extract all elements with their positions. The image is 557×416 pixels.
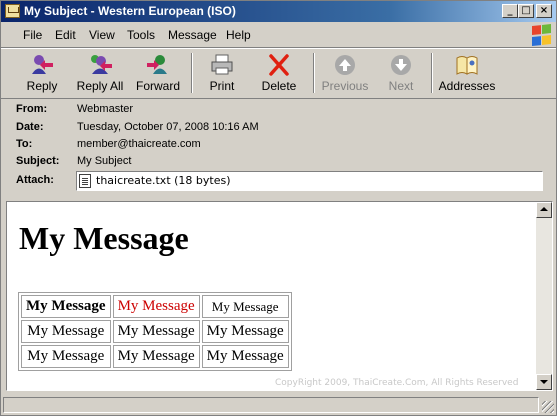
- attachment-field[interactable]: thaicreate.txt (18 bytes): [76, 171, 543, 191]
- table-cell: My Message: [21, 345, 111, 368]
- from-label: From:: [16, 103, 48, 115]
- scroll-down-button[interactable]: [536, 374, 552, 390]
- attachment-name[interactable]: thaicreate.txt (18 bytes): [96, 174, 231, 187]
- table-row: My Message My Message My Message: [21, 345, 289, 368]
- minimize-button[interactable]: _: [502, 4, 518, 18]
- mail-window: My Subject - Western European (ISO) _ □ …: [0, 0, 557, 416]
- reply-all-label: Reply All: [76, 79, 124, 93]
- menu-bar: File Edit View Tools Message Help: [1, 23, 556, 48]
- from-value: Webmaster: [77, 103, 134, 115]
- menu-edit[interactable]: Edit: [55, 28, 76, 42]
- close-button[interactable]: ×: [536, 4, 552, 18]
- window-title: My Subject - Western European (ISO): [24, 4, 236, 18]
- text-file-icon: [79, 174, 91, 188]
- delete-icon: [269, 54, 289, 76]
- addresses-button[interactable]: Addresses: [438, 51, 496, 95]
- table-cell: My Message: [201, 295, 289, 318]
- table-cell: My Message: [201, 320, 289, 343]
- message-header: From: Webmaster Date: Tuesday, October 0…: [1, 98, 556, 200]
- message-body: My Message My Message My Message My Mess…: [6, 201, 553, 391]
- menu-help[interactable]: Help: [226, 28, 251, 42]
- reply-all-icon: [91, 55, 112, 74]
- print-button[interactable]: Print: [202, 51, 242, 95]
- to-label: To:: [16, 138, 33, 150]
- status-pane: [3, 397, 539, 413]
- toolbar-separator: [191, 53, 193, 93]
- down-arrow-icon: [391, 55, 411, 75]
- next-label: Next: [388, 79, 414, 93]
- windows-logo-icon: [532, 24, 552, 46]
- reply-icon: [32, 55, 53, 74]
- addresses-label: Addresses: [438, 79, 496, 93]
- title-bar[interactable]: My Subject - Western European (ISO) _ □ …: [1, 1, 556, 22]
- reply-label: Reply: [26, 79, 58, 93]
- attach-label: Attach:: [16, 174, 54, 186]
- table-cell: My Message: [21, 320, 111, 343]
- printer-icon: [211, 54, 233, 75]
- toolbar-separator: [431, 53, 433, 93]
- menu-tools[interactable]: Tools: [127, 28, 155, 42]
- table-cell: My Message: [112, 320, 200, 343]
- subject-label: Subject:: [16, 155, 60, 167]
- to-value: member@thaicreate.com: [77, 138, 201, 150]
- menu-message[interactable]: Message: [168, 28, 217, 42]
- forward-label: Forward: [135, 79, 180, 93]
- previous-button[interactable]: Previous: [319, 51, 371, 95]
- table-cell: My Message: [112, 295, 200, 318]
- delete-label: Delete: [261, 79, 297, 93]
- menu-view[interactable]: View: [89, 28, 115, 42]
- vertical-scrollbar[interactable]: [536, 202, 552, 390]
- table-row: My Message My Message My Message: [21, 320, 289, 343]
- print-label: Print: [209, 79, 235, 93]
- address-book-icon: [456, 56, 478, 75]
- menu-file[interactable]: File: [23, 28, 42, 42]
- table-row: My Message My Message My Message: [21, 295, 289, 318]
- status-bar: [1, 394, 556, 415]
- message-heading: My Message: [19, 220, 189, 256]
- scroll-up-button[interactable]: [536, 202, 552, 218]
- next-button[interactable]: Next: [381, 51, 421, 95]
- forward-icon: [147, 55, 167, 74]
- date-value: Tuesday, October 07, 2008 10:16 AM: [77, 121, 259, 133]
- maximize-button[interactable]: □: [518, 4, 534, 18]
- toolbar: Reply Reply All Forward Print Delete Pre…: [1, 48, 556, 99]
- message-icon: [5, 4, 20, 18]
- subject-value: My Subject: [77, 155, 132, 167]
- reply-button[interactable]: Reply: [19, 51, 65, 95]
- up-arrow-icon: [335, 55, 355, 75]
- previous-label: Previous: [321, 79, 369, 93]
- forward-button[interactable]: Forward: [134, 51, 182, 95]
- delete-button[interactable]: Delete: [256, 51, 302, 95]
- table-cell: My Message: [201, 345, 289, 368]
- message-table: My Message My Message My Message My Mess…: [18, 292, 292, 371]
- table-cell: My Message: [112, 345, 200, 368]
- date-label: Date:: [16, 121, 44, 133]
- reply-all-button[interactable]: Reply All: [73, 51, 127, 95]
- toolbar-separator: [313, 53, 315, 93]
- table-cell: My Message: [21, 295, 111, 318]
- copyright-text: CopyRight 2009, ThaiCreate.Com, All Righ…: [275, 378, 519, 388]
- resize-grip[interactable]: [542, 401, 554, 413]
